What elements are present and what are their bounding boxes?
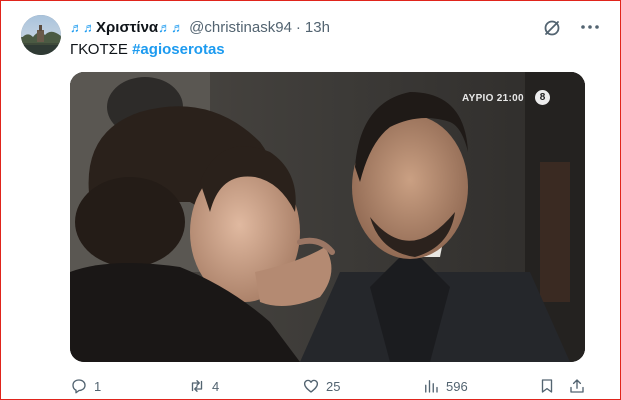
- views-button[interactable]: 596: [422, 375, 468, 397]
- share-button[interactable]: [568, 375, 586, 397]
- avatar-photo-icon: [21, 15, 61, 55]
- bookmark-icon: [541, 379, 553, 393]
- tweet-text-plain: ΓΚΟΤΣΕ: [70, 41, 128, 58]
- display-name-text: Χριστίνα: [96, 18, 159, 36]
- display-name[interactable]: ♬♬ Χριστίνα ♬♬: [70, 19, 184, 36]
- user-handle[interactable]: @christinask94: [189, 19, 292, 36]
- video-still-icon: [70, 72, 585, 362]
- tweet-actions: 1 4 25 596: [70, 375, 590, 397]
- grok-icon[interactable]: [542, 18, 562, 38]
- avatar[interactable]: [21, 15, 61, 55]
- broadcast-time-badge: ΑΥΡΙΟ 21:00: [462, 93, 524, 104]
- like-count: 25: [326, 378, 341, 394]
- reply-button[interactable]: 1: [70, 375, 101, 397]
- tweet[interactable]: ♬♬ Χριστίνα ♬♬ @christinask94 · 13h ΓΚΟΤ…: [0, 0, 621, 400]
- more-options-icon[interactable]: [578, 16, 602, 38]
- age-rating-badge: 8: [535, 90, 550, 105]
- reply-count: 1: [94, 378, 102, 394]
- like-button[interactable]: 25: [302, 375, 340, 397]
- hashtag-link[interactable]: #agioserotas: [132, 41, 225, 58]
- separator-dot: ·: [295, 18, 301, 36]
- views-icon: [425, 380, 438, 393]
- timestamp[interactable]: 13h: [305, 19, 330, 36]
- share-icon: [570, 379, 584, 393]
- music-note-right: ♬♬: [158, 19, 185, 35]
- bookmark-button[interactable]: [538, 375, 556, 397]
- music-note-left: ♬♬: [70, 19, 96, 35]
- tweet-header: ♬♬ Χριστίνα ♬♬ @christinask94 · 13h: [70, 17, 330, 37]
- retweet-count: 4: [212, 378, 220, 394]
- views-count: 596: [446, 378, 468, 394]
- tweet-media[interactable]: [70, 72, 585, 362]
- reply-icon: [72, 379, 86, 394]
- retweet-icon: [191, 380, 203, 392]
- tweet-text: ΓΚΟΤΣΕ #agioserotas: [70, 40, 225, 60]
- like-icon: [303, 379, 319, 393]
- retweet-button[interactable]: 4: [188, 375, 219, 397]
